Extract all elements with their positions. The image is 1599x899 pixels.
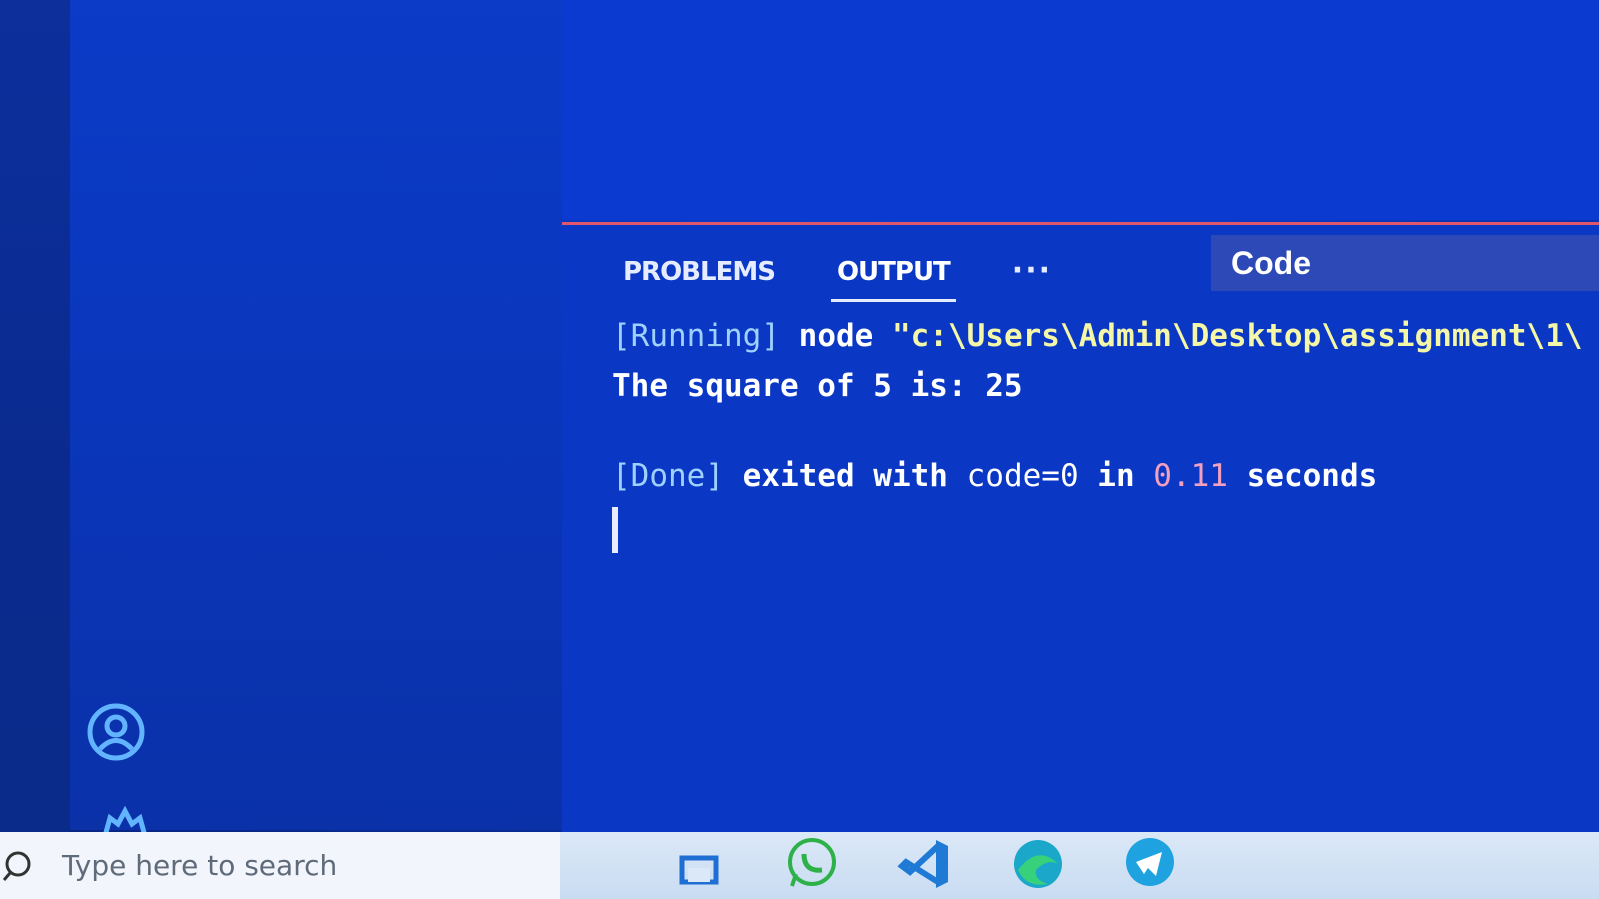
search-placeholder: Type here to search	[62, 849, 338, 882]
output-log[interactable]: [Running] node "c:\Users\Admin\Desktop\a…	[612, 311, 1592, 568]
log-blank-line	[612, 411, 1592, 451]
exit-code: code=0	[966, 458, 1079, 494]
taskbar-search[interactable]: Type here to search	[0, 832, 560, 899]
seconds-text: seconds	[1246, 458, 1378, 494]
panel-tabs: PROBLEMS OUTPUT ···	[617, 253, 1058, 303]
search-icon	[2, 851, 31, 881]
exited-text: exited with	[742, 458, 948, 494]
output-panel: PROBLEMS OUTPUT ··· Code [Running] node …	[562, 222, 1599, 835]
telegram-icon[interactable]	[1120, 834, 1180, 894]
edge-icon[interactable]	[1008, 834, 1068, 894]
tab-problems[interactable]: PROBLEMS	[617, 253, 781, 299]
done-tag: [Done]	[612, 458, 724, 494]
output-channel-label: Code	[1231, 244, 1311, 281]
tab-output[interactable]: OUTPUT	[830, 253, 956, 302]
log-line-result: The square of 5 is: 25	[612, 368, 1023, 404]
activity-bar	[0, 0, 70, 840]
log-line-running: [Running] node "c:\Users\Admin\Desktop\a…	[612, 311, 1592, 361]
account-icon[interactable]	[86, 702, 146, 762]
in-text: in	[1097, 458, 1135, 494]
editor-area[interactable]	[562, 0, 1599, 220]
running-tag: [Running]	[612, 318, 780, 354]
cursor-line	[612, 501, 1592, 568]
taskbar: Type here to search	[0, 832, 1599, 899]
elapsed-time: 0.11	[1153, 458, 1228, 494]
more-tabs-button[interactable]: ···	[1006, 253, 1058, 300]
text-cursor	[612, 507, 618, 553]
screen: PROBLEMS OUTPUT ··· Code [Running] node …	[0, 0, 1599, 899]
vscode-icon[interactable]	[896, 834, 956, 894]
log-line-done: [Done] exited with code=0 in 0.11 second…	[612, 451, 1592, 501]
output-channel-select[interactable]: Code	[1211, 235, 1599, 291]
file-explorer-icon[interactable]	[670, 834, 730, 894]
command-name: node	[798, 318, 874, 354]
whatsapp-icon[interactable]	[782, 834, 842, 894]
command-path: "c:\Users\Admin\Desktop\assignment\1\	[891, 318, 1583, 354]
